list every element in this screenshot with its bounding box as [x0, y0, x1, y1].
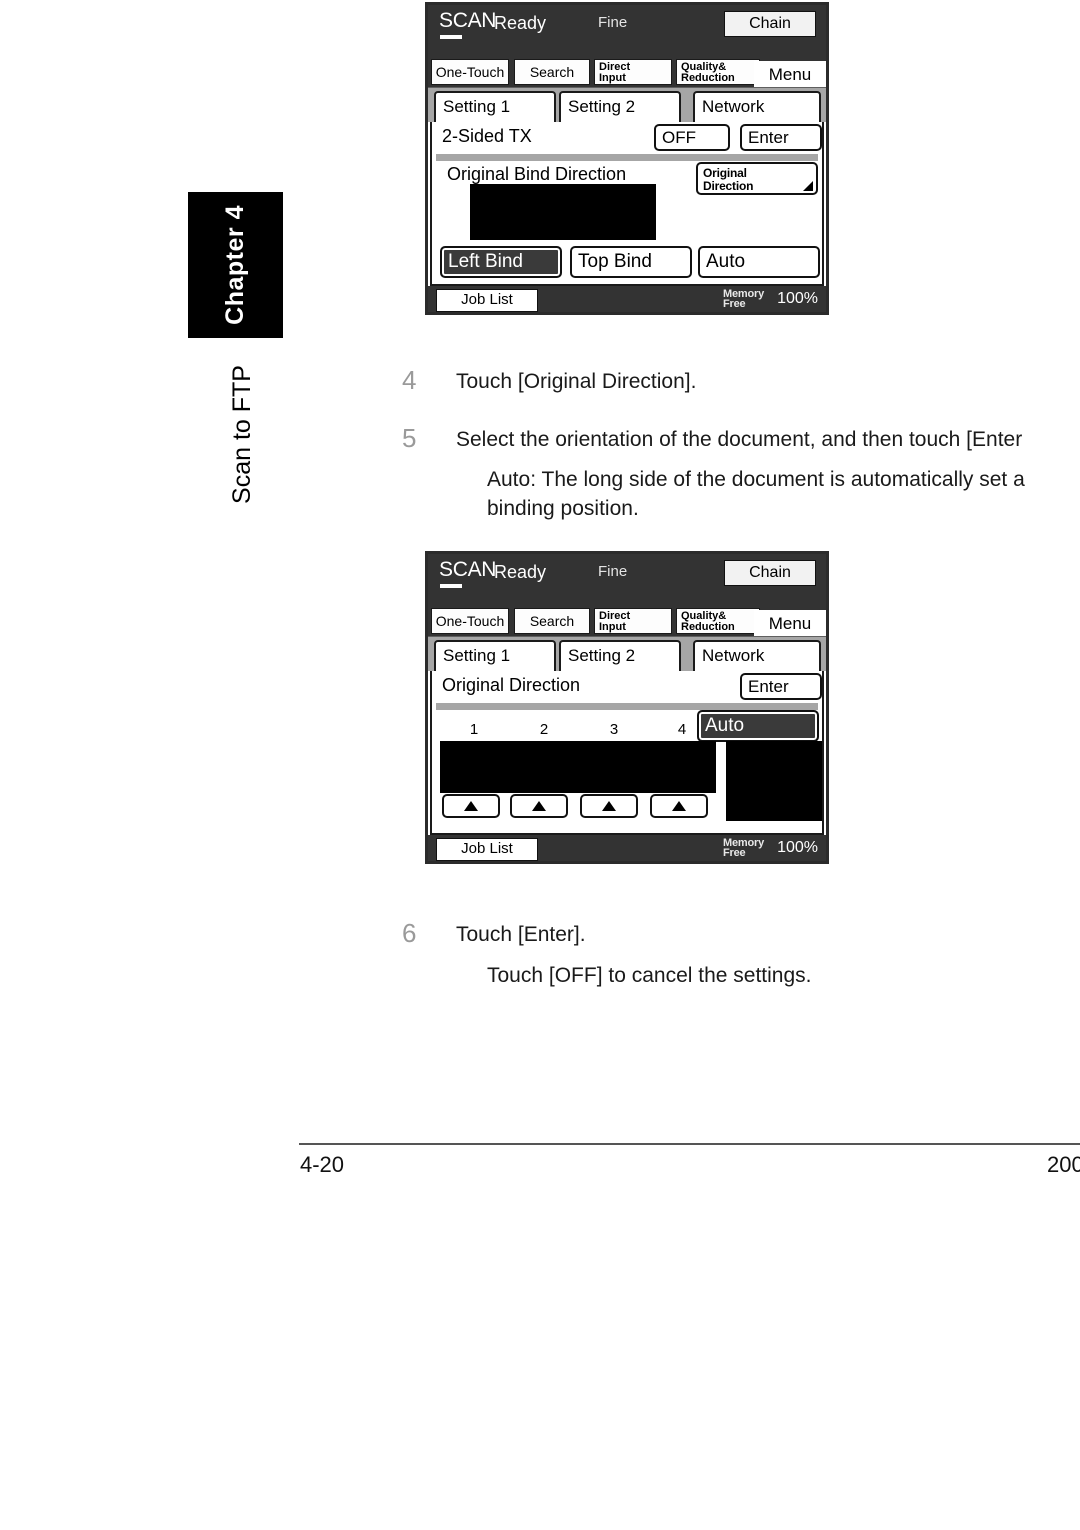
- step-4-text: Touch [Original Direction].: [456, 370, 697, 393]
- panel1-mode-label: SCAN: [439, 9, 497, 32]
- left-bind-button[interactable]: Left Bind: [440, 246, 562, 278]
- panel1-tab-strip: Setting 1 Setting 2 Network: [428, 87, 826, 122]
- auto-direction-button[interactable]: Auto: [697, 710, 819, 742]
- orientation-arrow-button-2[interactable]: [510, 794, 568, 818]
- panel1-memory-line2: Free: [723, 298, 746, 310]
- panel1-status-bar: Job List Memory Free 100%: [428, 286, 826, 312]
- top-bind-button[interactable]: Top Bind: [570, 246, 692, 278]
- footer-divider: [299, 1143, 1080, 1145]
- step-5-note-line-2: binding position.: [487, 497, 639, 520]
- panel2-tab-strip: Setting 1 Setting 2 Network: [428, 636, 826, 671]
- panel2-tab-setting-1[interactable]: Setting 1: [434, 640, 556, 671]
- orientation-number-3: 3: [609, 721, 619, 738]
- section-running-head: Scan to FTP: [228, 365, 257, 515]
- lcd-panel-original-direction: SCAN Ready Fine Chain One-Touch Search D…: [425, 551, 829, 864]
- chevron-corner-icon: [803, 181, 813, 191]
- orientation-number-2: 2: [539, 721, 549, 738]
- panel1-off-button[interactable]: OFF: [654, 124, 730, 151]
- panel1-body: 2-Sided TX OFF Enter Original Bind Direc…: [430, 122, 824, 286]
- step-6-text: Touch [Enter].: [456, 923, 586, 946]
- panel1-tab-setting-1[interactable]: Setting 1: [434, 91, 556, 122]
- original-direction-dropdown-button[interactable]: Original Direction: [696, 162, 818, 195]
- orientation-number-1: 1: [469, 721, 479, 738]
- lcd-panel-bind-direction: SCAN Ready Fine Chain One-Touch Search D…: [425, 2, 829, 315]
- orientation-arrow-button-3[interactable]: [580, 794, 638, 818]
- step-6-number: 6: [402, 918, 417, 948]
- panel1-chain-button[interactable]: Chain: [724, 11, 816, 37]
- panel2-memory-free-label: Memory Free: [723, 838, 764, 859]
- panel1-direct-input-line2: Input: [599, 72, 626, 84]
- step-5-note-line-1: Auto: The long side of the document is a…: [487, 468, 1025, 491]
- panel1-enter-button[interactable]: Enter: [740, 124, 822, 151]
- up-arrow-icon: [464, 801, 478, 811]
- step-6-note: Touch [OFF] to cancel the settings.: [487, 964, 812, 987]
- panel1-memory-free-label: Memory Free: [723, 289, 764, 310]
- step-4-number: 4: [402, 365, 417, 395]
- panel2-row-rule: [436, 703, 818, 710]
- chapter-tab-label: Chapter 4: [221, 205, 249, 325]
- panel2-status-bar: Job List Memory Free 100%: [428, 835, 826, 861]
- panel2-memory-percent: 100%: [777, 839, 818, 856]
- panel2-one-touch-button[interactable]: One-Touch: [431, 608, 509, 634]
- auto-bind-button[interactable]: Auto: [698, 246, 820, 278]
- panel2-menu-button[interactable]: Menu: [754, 610, 826, 638]
- panel1-quality-reduction-button[interactable]: Quality& Reduction: [676, 59, 760, 85]
- panel2-direct-input-button[interactable]: Direct Input: [594, 608, 672, 634]
- panel1-job-list-button[interactable]: Job List: [436, 289, 538, 312]
- panel2-search-button[interactable]: Search: [514, 608, 590, 634]
- panel1-preview-image: [470, 184, 656, 240]
- panel2-function-strip: One-Touch Search Direct Input Quality& R…: [428, 606, 826, 638]
- panel1-quality-line2: Reduction: [681, 72, 735, 84]
- step-5-text: Select the orientation of the document, …: [456, 428, 1023, 451]
- panel1-function-strip: One-Touch Search Direct Input Quality& R…: [428, 57, 826, 89]
- orientation-arrow-button-4[interactable]: [650, 794, 708, 818]
- panel2-quality-line2: Reduction: [681, 621, 735, 633]
- panel2-orientation-preview: [440, 741, 716, 793]
- panel1-resolution-label: Fine: [598, 14, 628, 31]
- panel1-row-title: 2-Sided TX: [442, 126, 532, 146]
- panel1-menu-button[interactable]: Menu: [754, 61, 826, 89]
- panel2-header: SCAN Ready Fine Chain: [428, 554, 826, 606]
- orientation-arrow-button-1[interactable]: [442, 794, 500, 818]
- panel2-job-list-button[interactable]: Job List: [436, 838, 538, 861]
- panel2-header-dash: [440, 584, 462, 588]
- chapter-tab: Chapter 4: [188, 192, 283, 338]
- panel1-memory-percent: 100%: [777, 290, 818, 307]
- original-direction-dropdown-line2: Direction: [703, 179, 754, 193]
- panel2-enter-button[interactable]: Enter: [740, 673, 822, 700]
- panel1-search-button[interactable]: Search: [514, 59, 590, 85]
- footer-right-text: 200: [1047, 1152, 1080, 1177]
- page-number: 4-20: [300, 1152, 345, 1177]
- panel2-quality-reduction-button[interactable]: Quality& Reduction: [676, 608, 760, 634]
- panel2-direct-input-line2: Input: [599, 621, 626, 633]
- panel2-memory-line2: Free: [723, 847, 746, 859]
- panel2-mode-label: SCAN: [439, 558, 497, 581]
- panel2-status-label: Ready: [494, 562, 547, 582]
- panel2-chain-button[interactable]: Chain: [724, 560, 816, 586]
- panel1-status-label: Ready: [494, 13, 547, 33]
- panel1-one-touch-button[interactable]: One-Touch: [431, 59, 509, 85]
- panel1-tab-setting-2[interactable]: Setting 2: [559, 91, 681, 122]
- panel1-section-label: Original Bind Direction: [447, 164, 627, 184]
- panel2-auto-preview: [726, 741, 822, 821]
- panel2-body: Original Direction Enter Auto 1 2 3 4: [430, 671, 824, 835]
- panel1-header: SCAN Ready Fine Chain: [428, 5, 826, 57]
- panel1-tab-network[interactable]: Network: [693, 91, 821, 122]
- panel1-header-dash: [440, 35, 462, 39]
- panel2-tab-setting-2[interactable]: Setting 2: [559, 640, 681, 671]
- panel1-row-rule: [436, 154, 818, 161]
- panel2-resolution-label: Fine: [598, 563, 628, 580]
- panel2-tab-network[interactable]: Network: [693, 640, 821, 671]
- up-arrow-icon: [672, 801, 686, 811]
- up-arrow-icon: [602, 801, 616, 811]
- up-arrow-icon: [532, 801, 546, 811]
- panel2-row-title: Original Direction: [442, 675, 581, 695]
- panel1-direct-input-button[interactable]: Direct Input: [594, 59, 672, 85]
- step-5-number: 5: [402, 423, 417, 453]
- orientation-number-4: 4: [677, 721, 687, 738]
- section-running-head-label: Scan to FTP: [228, 365, 256, 504]
